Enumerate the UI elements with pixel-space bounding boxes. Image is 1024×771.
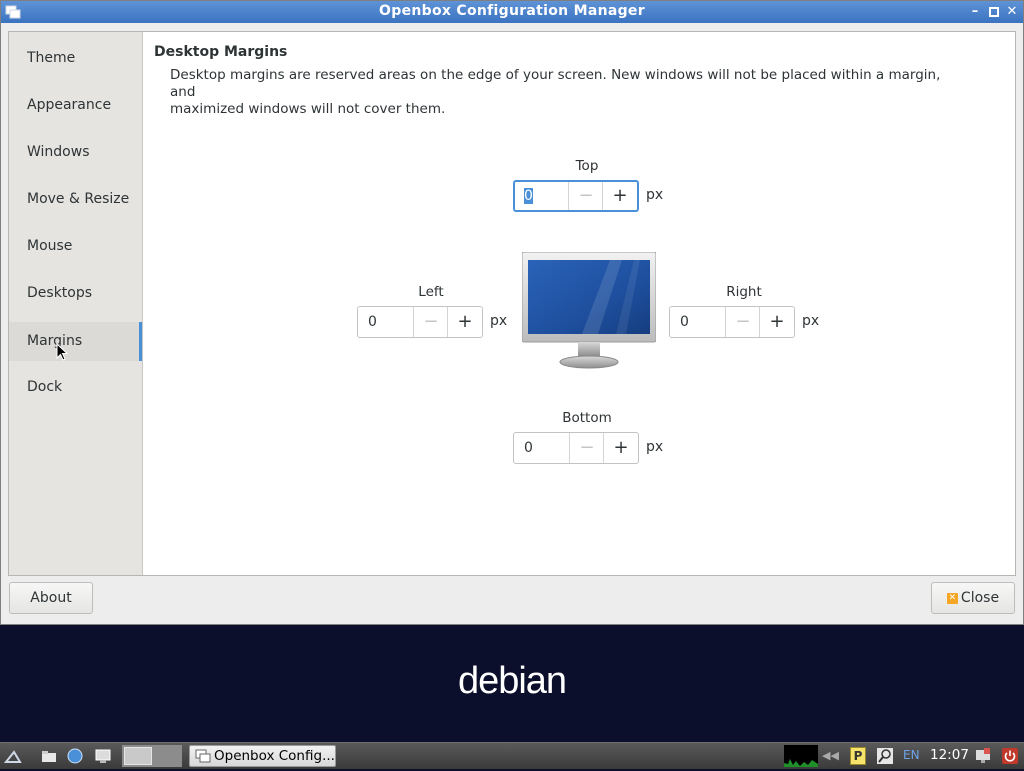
- openbox-config-window: Openbox Configuration Manager – ✕ Theme …: [0, 0, 1024, 625]
- left-margin-input[interactable]: 0: [368, 307, 408, 337]
- volume-icon[interactable]: ◀◀: [822, 749, 850, 763]
- task-label: Openbox Config...: [214, 748, 335, 764]
- sidebar-item-appearance[interactable]: Appearance: [9, 86, 142, 125]
- description-line-1: Desktop margins are reserved areas on th…: [170, 67, 941, 100]
- taskbar: Openbox Config... ◀◀ P EN 12:07: [0, 742, 1024, 769]
- workspace-1[interactable]: [124, 747, 152, 765]
- monitor-preview-icon: [522, 252, 656, 369]
- sidebar-item-desktops[interactable]: Desktops: [9, 274, 142, 313]
- taskbar-task-openbox-config[interactable]: Openbox Config...: [189, 745, 336, 767]
- right-increment-button[interactable]: +: [759, 307, 794, 337]
- left-decrement-button[interactable]: −: [413, 307, 448, 337]
- sidebar-item-windows[interactable]: Windows: [9, 133, 142, 172]
- workspace-switcher[interactable]: [122, 745, 182, 767]
- close-button-icon: ✕: [946, 592, 958, 604]
- sidebar-item-move-resize[interactable]: Move & Resize: [9, 180, 142, 219]
- mouse-cursor-icon: [56, 343, 68, 361]
- right-decrement-button[interactable]: −: [725, 307, 760, 337]
- top-unit-label: px: [646, 187, 664, 203]
- right-margin-input[interactable]: 0: [680, 307, 720, 337]
- bottom-unit-label: px: [646, 439, 664, 455]
- sidebar: Theme Appearance Windows Move & Resize M…: [9, 32, 143, 575]
- search-icon[interactable]: [876, 747, 894, 765]
- maximize-icon[interactable]: [986, 4, 1002, 20]
- cpu-monitor: [784, 745, 818, 767]
- content-area: Theme Appearance Windows Move & Resize M…: [8, 31, 1016, 576]
- sidebar-item-dock[interactable]: Dock: [9, 368, 142, 407]
- clock[interactable]: 12:07: [930, 747, 969, 763]
- bottom-increment-button[interactable]: +: [603, 433, 638, 463]
- top-margin-spinner[interactable]: 0 − +: [513, 180, 639, 212]
- left-increment-button[interactable]: +: [447, 307, 482, 337]
- debian-logo: debian: [457, 660, 567, 702]
- left-unit-label: px: [490, 313, 508, 329]
- web-browser-icon[interactable]: [66, 747, 84, 765]
- bottom-margin-label: Bottom: [562, 410, 612, 426]
- start-menu-icon[interactable]: [4, 747, 22, 765]
- top-decrement-button[interactable]: −: [568, 182, 603, 210]
- right-unit-label: px: [802, 313, 820, 329]
- top-increment-button[interactable]: +: [602, 182, 637, 210]
- clipboard-icon[interactable]: P: [850, 747, 866, 765]
- close-button[interactable]: ✕ Close: [931, 582, 1015, 614]
- sidebar-item-mouse[interactable]: Mouse: [9, 227, 142, 266]
- right-margin-spinner[interactable]: 0 − +: [669, 306, 795, 338]
- close-button-label: Close: [960, 590, 1000, 606]
- window-title: Openbox Configuration Manager: [379, 3, 645, 19]
- title-bar[interactable]: Openbox Configuration Manager – ✕: [1, 1, 1023, 23]
- close-icon[interactable]: ✕: [1004, 4, 1020, 20]
- bottom-decrement-button[interactable]: −: [569, 433, 604, 463]
- sidebar-item-margins[interactable]: Margins: [9, 322, 142, 361]
- description: Desktop margins are reserved areas on th…: [170, 67, 970, 118]
- file-manager-icon[interactable]: [40, 747, 58, 765]
- minimize-icon[interactable]: –: [967, 4, 983, 20]
- description-line-2: maximized windows will not cover them.: [170, 101, 446, 117]
- margins-pane: Desktop Margins Desktop margins are rese…: [143, 32, 1015, 575]
- keyboard-layout-indicator[interactable]: EN: [903, 748, 920, 762]
- bottom-margin-input[interactable]: 0: [524, 433, 564, 463]
- about-button[interactable]: About: [9, 582, 93, 614]
- top-margin-input[interactable]: 0: [524, 182, 564, 210]
- screen-lock-icon[interactable]: [974, 747, 992, 765]
- power-icon[interactable]: [1001, 747, 1019, 765]
- show-desktop-icon[interactable]: [94, 747, 112, 765]
- bottom-margin-spinner[interactable]: 0 − +: [513, 432, 639, 464]
- left-margin-spinner[interactable]: 0 − +: [357, 306, 483, 338]
- task-window-icon: [195, 749, 211, 763]
- page-title: Desktop Margins: [154, 44, 288, 60]
- top-margin-label: Top: [575, 158, 599, 174]
- right-margin-label: Right: [726, 284, 762, 300]
- sidebar-item-theme[interactable]: Theme: [9, 39, 142, 78]
- cpu-graph-icon: [784, 759, 818, 767]
- left-margin-label: Left: [418, 284, 444, 300]
